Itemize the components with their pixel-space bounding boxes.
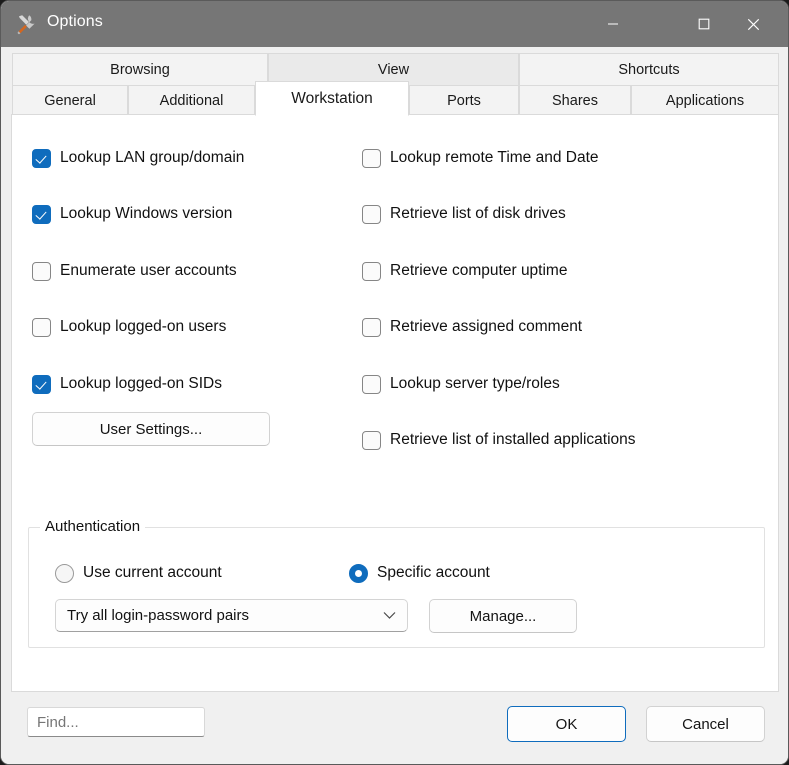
radio-specific-account[interactable]: Specific account — [349, 562, 490, 584]
tab-label: General — [44, 92, 96, 109]
checkbox-box[interactable] — [362, 317, 381, 337]
checkbox-label: Lookup LAN group/domain — [60, 149, 245, 166]
select-value: Try all login-password pairs — [67, 607, 250, 624]
checkbox-label: Lookup remote Time and Date — [390, 149, 599, 166]
tab-shortcuts[interactable]: Shortcuts — [519, 53, 779, 86]
checkbox-lookup-remote-time-and-date[interactable]: Lookup remote Time and Date — [362, 147, 599, 169]
checkbox-label: Lookup Windows version — [60, 205, 233, 222]
tab-label: Applications — [665, 92, 745, 109]
authentication-group: Authentication Use current account Speci… — [28, 518, 765, 648]
tab-ports[interactable]: Ports — [409, 85, 519, 115]
checkbox-lookup-windows-version[interactable]: Lookup Windows version — [32, 203, 232, 225]
group-title: Authentication — [40, 518, 146, 535]
minimize-icon[interactable] — [590, 1, 636, 47]
chevron-down-icon — [383, 600, 396, 631]
checkbox-retrieve-list-of-installed-applications[interactable]: Retrieve list of installed applications — [362, 429, 636, 451]
checkbox-retrieve-assigned-comment[interactable]: Retrieve assigned comment — [362, 316, 582, 338]
checkbox-label: Lookup logged-on users — [60, 318, 227, 335]
checkbox-label: Retrieve assigned comment — [390, 318, 583, 335]
tab-additional[interactable]: Additional — [128, 85, 255, 115]
radio-label: Specific account — [377, 564, 490, 581]
button-label: OK — [555, 715, 578, 733]
find-placeholder: Find... — [37, 713, 79, 731]
radio-circle[interactable] — [55, 563, 74, 583]
radio-circle[interactable] — [349, 563, 368, 583]
options-dialog-window: Options Browsing View Shortcuts General … — [0, 0, 789, 765]
tab-applications[interactable]: Applications — [631, 85, 779, 115]
checkbox-label: Lookup logged-on SIDs — [60, 375, 223, 392]
checkbox-label: Enumerate user accounts — [60, 262, 237, 279]
window-title: Options — [47, 13, 103, 30]
checkbox-label: Retrieve computer uptime — [390, 262, 568, 279]
checkbox-box[interactable] — [362, 204, 381, 224]
checkbox-label: Retrieve list of disk drives — [390, 205, 566, 222]
tab-label: Browsing — [110, 61, 170, 78]
checkbox-box[interactable] — [32, 261, 51, 281]
maximize-icon[interactable] — [681, 1, 727, 47]
tools-icon — [16, 13, 38, 35]
checkbox-box[interactable] — [32, 148, 51, 168]
tab-browsing[interactable]: Browsing — [12, 53, 268, 86]
tab-label: View — [377, 61, 410, 78]
checkbox-lookup-logged-on-users[interactable]: Lookup logged-on users — [32, 316, 226, 338]
radio-label: Use current account — [83, 564, 222, 581]
user-settings-button[interactable]: User Settings... — [32, 412, 270, 446]
checkbox-label: Lookup server type/roles — [390, 375, 560, 392]
tab-label: Additional — [159, 92, 224, 109]
tab-workstation[interactable]: Workstation — [255, 81, 409, 116]
checkbox-lookup-server-type-roles[interactable]: Lookup server type/roles — [362, 373, 560, 395]
title-bar[interactable]: Options — [1, 1, 788, 47]
workstation-tab-panel: Lookup LAN group/domain Lookup Windows v… — [11, 114, 779, 692]
login-password-pairs-select[interactable]: Try all login-password pairs — [55, 599, 408, 632]
button-label: Manage... — [469, 607, 537, 625]
checkbox-enumerate-user-accounts[interactable]: Enumerate user accounts — [32, 260, 237, 282]
checkbox-box[interactable] — [32, 204, 51, 224]
tab-label: Ports — [447, 92, 481, 109]
checkbox-box[interactable] — [362, 261, 381, 281]
checkbox-box[interactable] — [362, 148, 381, 168]
checkbox-label: Retrieve list of installed applications — [390, 431, 636, 448]
find-input[interactable]: Find... — [27, 707, 205, 737]
checkbox-retrieve-list-of-disk-drives[interactable]: Retrieve list of disk drives — [362, 203, 566, 225]
checkbox-box[interactable] — [362, 430, 381, 450]
button-label: Cancel — [682, 715, 729, 733]
ok-button[interactable]: OK — [507, 706, 626, 742]
checkbox-box[interactable] — [32, 374, 51, 394]
tab-general[interactable]: General — [12, 85, 128, 115]
radio-use-current-account[interactable]: Use current account — [55, 562, 222, 584]
tab-label: Shares — [552, 92, 598, 109]
cancel-button[interactable]: Cancel — [646, 706, 765, 742]
tab-label: Workstation — [291, 89, 373, 107]
checkbox-lookup-logged-on-sids[interactable]: Lookup logged-on SIDs — [32, 373, 222, 395]
manage-accounts-button[interactable]: Manage... — [429, 599, 577, 633]
checkbox-lookup-lan-group-domain[interactable]: Lookup LAN group/domain — [32, 147, 244, 169]
tab-strip: Browsing View Shortcuts General Addition… — [1, 47, 788, 116]
dialog-footer: Find... OK Cancel — [1, 692, 788, 764]
checkbox-box[interactable] — [32, 317, 51, 337]
checkbox-retrieve-computer-uptime[interactable]: Retrieve computer uptime — [362, 260, 567, 282]
tab-label: Shortcuts — [618, 61, 680, 78]
checkbox-box[interactable] — [362, 374, 381, 394]
tab-shares[interactable]: Shares — [519, 85, 631, 115]
button-label: User Settings... — [99, 420, 203, 438]
close-icon[interactable] — [730, 1, 776, 47]
